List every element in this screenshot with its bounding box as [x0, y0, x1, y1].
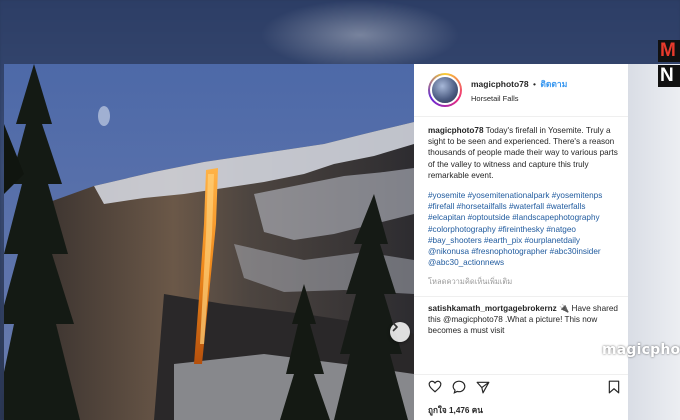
channel-logo-bottom: N [658, 65, 680, 87]
share-button[interactable] [476, 380, 490, 394]
comment-button[interactable] [452, 380, 466, 394]
share-icon [476, 381, 490, 393]
save-button[interactable] [608, 380, 620, 399]
post-username[interactable]: magicphoto78 [471, 79, 529, 89]
comment-item: satishkamath_mortgagebrokernz 🔌 Have sha… [414, 297, 628, 337]
watermark: magicphoto [602, 342, 680, 358]
comment-emoji: 🔌 [559, 303, 570, 313]
heart-icon [428, 380, 442, 393]
comment-icon [452, 380, 466, 394]
follow-button[interactable]: ติดตาม [540, 79, 567, 89]
background-glow [260, 0, 460, 70]
channel-logo: M N [658, 40, 680, 88]
post-location[interactable]: Horsetail Falls [471, 94, 567, 103]
caption-username[interactable]: magicphoto78 [428, 126, 484, 135]
post-header: magicphoto78 • ติดตาม Horsetail Falls [414, 64, 628, 117]
background-side-strip [628, 64, 680, 420]
firefall-photo-illustration [4, 64, 414, 420]
post-caption: magicphoto78 Today's firefall in Yosemit… [414, 117, 628, 288]
like-count[interactable]: ถูกใจ 1,476 คน [428, 404, 483, 417]
post-photo[interactable] [4, 64, 414, 420]
post-panel: magicphoto78 • ติดตาม Horsetail Falls ma… [414, 64, 628, 420]
avatar[interactable] [428, 73, 462, 107]
carousel-next-button[interactable] [390, 322, 410, 342]
channel-logo-top: M [658, 40, 680, 62]
load-more-comments-link[interactable]: โหลดความคิดเห็นเพิ่มเติม [428, 276, 618, 287]
comment-username[interactable]: satishkamath_mortgagebrokernz [428, 304, 557, 313]
post-actions [414, 374, 628, 398]
caption-hashtags[interactable]: #yosemite #yosemitenationalpark #yosemit… [428, 190, 618, 268]
bookmark-icon [608, 380, 620, 394]
like-button[interactable] [428, 380, 442, 393]
chevron-right-icon [392, 322, 398, 332]
separator-dot: • [533, 79, 536, 89]
